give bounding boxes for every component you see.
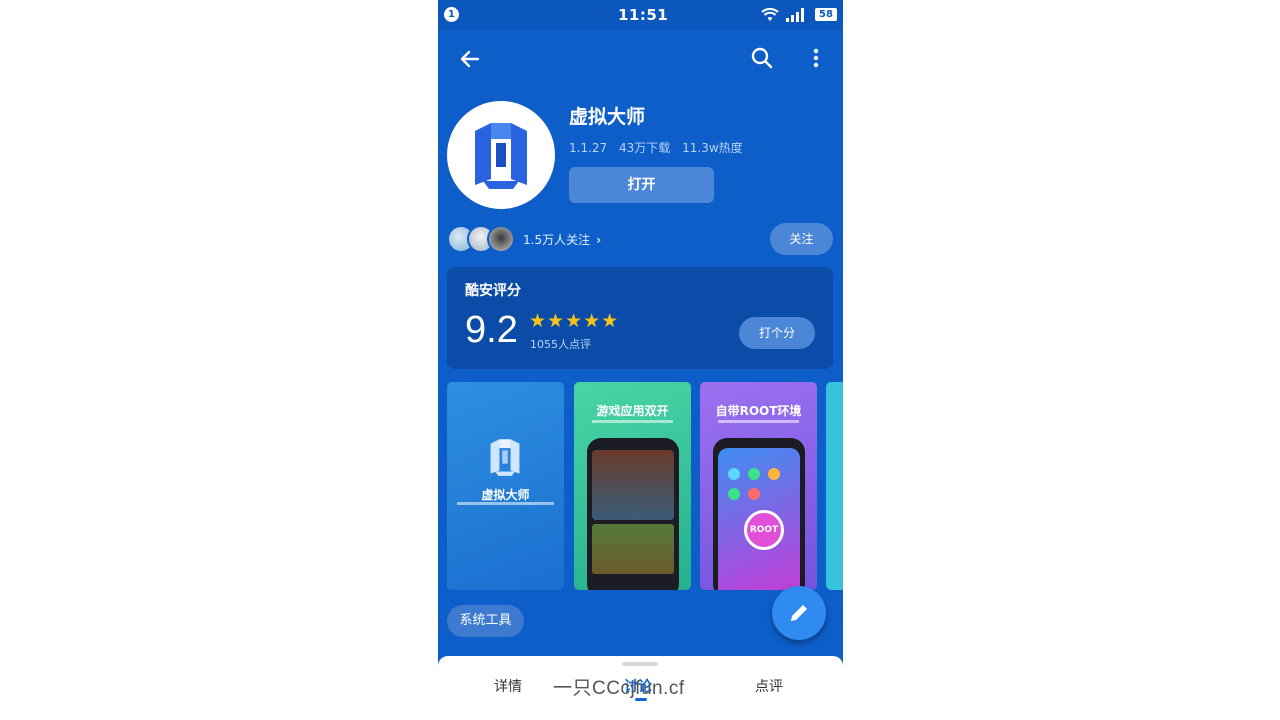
followers-count: 1.5万人关注 (523, 233, 591, 247)
phone-screen: 1 11:51 58 虚拟大师 1.1.27 43万下载 11.3w热度 打开 … (438, 0, 843, 720)
root-badge: ROOT (744, 510, 784, 550)
bottom-sheet: 详情 讨论 点评 一只CCcjfun.cf (438, 656, 843, 720)
screenshot-title: 自带ROOT环境 (715, 404, 802, 418)
screenshot-title: 游戏应用双开 (596, 404, 669, 418)
search-icon[interactable] (750, 46, 774, 70)
status-time: 11:51 (618, 6, 669, 24)
game-screen-image (592, 524, 674, 574)
screenshot-2[interactable]: 游戏应用双开 (574, 382, 691, 590)
drag-handle[interactable] (622, 662, 658, 666)
status-bar: 1 11:51 58 (438, 0, 843, 30)
app-dot (728, 468, 740, 480)
app-name: 虚拟大师 (569, 106, 646, 128)
more-vertical-icon[interactable] (810, 46, 822, 70)
app-downloads: 43万下载 (619, 141, 671, 155)
app-version: 1.1.27 (569, 141, 608, 155)
follower-avatars (447, 225, 517, 253)
follow-button[interactable]: 关注 (770, 223, 833, 255)
screenshot-carousel[interactable]: 虚拟大师 游戏应用双开 自带ROOT环境 ROOT (447, 382, 843, 590)
followers-link[interactable]: 1.5万人关注 › (523, 231, 601, 248)
screenshot-1[interactable]: 虚拟大师 (447, 382, 564, 590)
rate-button[interactable]: 打个分 (739, 317, 815, 349)
cube-icon (475, 123, 527, 189)
open-button[interactable]: 打开 (569, 167, 714, 203)
screenshot-caption-line (457, 502, 554, 505)
write-review-fab[interactable] (772, 586, 826, 640)
screenshot-4[interactable] (826, 382, 843, 590)
screenshot-3[interactable]: 自带ROOT环境 ROOT (700, 382, 817, 590)
notification-badge: 1 (444, 7, 459, 22)
game-screen-image (592, 450, 674, 520)
phone-mockup (587, 438, 679, 590)
watermark: 一只CCcjfun.cf (553, 678, 685, 699)
app-logo (447, 101, 555, 209)
tab-details[interactable]: 详情 (494, 676, 522, 696)
app-dot (748, 468, 760, 480)
phone-mockup: ROOT (713, 438, 805, 590)
app-meta: 1.1.27 43万下载 11.3w热度 (569, 139, 751, 156)
rating-title: 酷安评分 (465, 283, 521, 299)
rating-card: 酷安评分 9.2 ★★★★★ 1055人点评 打个分 (447, 267, 833, 369)
tab-reviews[interactable]: 点评 (755, 676, 783, 696)
root-screen-image: ROOT (718, 448, 800, 590)
pencil-icon (791, 605, 807, 621)
app-popularity: 11.3w热度 (682, 141, 743, 155)
arrow-left-icon[interactable] (458, 47, 482, 71)
app-dot (768, 468, 780, 480)
signal-icon (786, 8, 804, 22)
app-dot (748, 488, 760, 500)
screenshot-caption-line (718, 420, 799, 423)
chevron-right-icon: › (596, 233, 602, 247)
star-rating: ★★★★★ (529, 310, 620, 332)
category-tag[interactable]: 系统工具 (447, 605, 524, 637)
screenshot-caption-line (592, 420, 673, 423)
app-dot (728, 488, 740, 500)
rating-count: 1055人点评 (530, 338, 591, 351)
avatar (487, 225, 515, 253)
battery-icon: 58 (815, 8, 837, 21)
rating-score: 9.2 (465, 309, 518, 351)
cube-icon (490, 439, 520, 476)
wifi-icon (761, 8, 779, 21)
screenshot-title: 虚拟大师 (481, 488, 530, 502)
